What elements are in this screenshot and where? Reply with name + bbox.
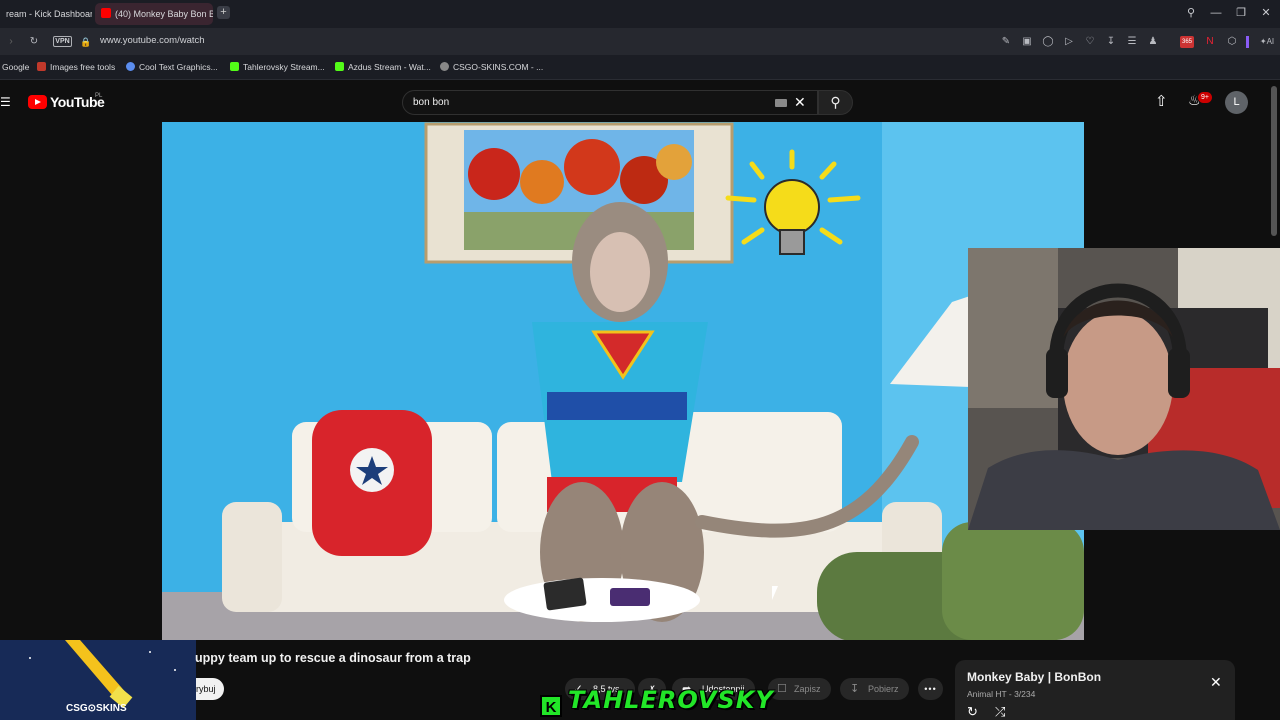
- sponsor-banner: CSG⊙SKINS: [0, 640, 196, 720]
- bookmark-azdus[interactable]: Azdus Stream - Wat...: [335, 62, 431, 72]
- webcam-overlay: [968, 248, 1280, 530]
- bookmark-google[interactable]: Google: [2, 62, 29, 72]
- tab-label: ream - Kick Dashboard: [6, 9, 92, 19]
- restore-button[interactable]: ❐: [1232, 5, 1250, 21]
- extensions-cube-icon[interactable]: ⬡: [1226, 36, 1238, 48]
- save-label: Zapisz: [794, 684, 821, 694]
- playlist-subtitle: Animal HT - 3/234: [967, 689, 1036, 699]
- profile-icon[interactable]: ♟: [1147, 36, 1159, 48]
- save-button[interactable]: ☐ Zapisz: [768, 678, 831, 700]
- tab-label: (40) Monkey Baby Bon Bo: [115, 9, 213, 19]
- bookmark-csgo-skins[interactable]: CSGO-SKINS.COM - ...: [440, 62, 543, 72]
- forward-icon[interactable]: ›: [5, 36, 17, 48]
- video-player[interactable]: [162, 122, 1084, 640]
- close-playlist-icon[interactable]: ✕: [1210, 674, 1222, 691]
- video-frame: [162, 122, 1084, 640]
- heart-icon[interactable]: ♡: [1084, 36, 1096, 48]
- kick-icon: [230, 62, 239, 71]
- playlist-title[interactable]: Monkey Baby | BonBon: [967, 670, 1101, 684]
- keyboard-icon[interactable]: [775, 99, 787, 107]
- download-icon: ↧: [850, 683, 860, 695]
- bookmark-favicon-icon: [126, 62, 135, 71]
- address-bar: › ↻ VPN 🔒 www.youtube.com/watch ✎ ▣ ◯ ▷ …: [0, 28, 1280, 55]
- tab-youtube-video[interactable]: (40) Monkey Baby Bon Bo: [95, 3, 213, 25]
- new-tab-button[interactable]: +: [217, 6, 230, 19]
- tab-kick-dashboard[interactable]: ream - Kick Dashboard: [0, 3, 92, 25]
- shuffle-icon[interactable]: ⤮: [995, 704, 1005, 720]
- kick-icon: [335, 62, 344, 71]
- bookmark-favicon-icon: [37, 62, 46, 71]
- download-label: Pobierz: [868, 684, 899, 694]
- minimize-button[interactable]: —: [1207, 5, 1225, 21]
- search-box[interactable]: bon bon ✕: [402, 90, 818, 115]
- loop-icon[interactable]: ↻: [967, 704, 978, 720]
- camera-icon[interactable]: ▣: [1021, 36, 1033, 48]
- close-window-button[interactable]: ✕: [1257, 5, 1275, 21]
- vpn-badge[interactable]: VPN: [53, 36, 72, 47]
- bookmark-tahlerovsky[interactable]: Tahlerovsky Stream...: [230, 62, 325, 72]
- shield-icon[interactable]: ◯: [1042, 36, 1054, 48]
- search-tabs-icon[interactable]: ⚲: [1182, 5, 1200, 21]
- playlist-panel: Monkey Baby | BonBon Animal HT - 3/234 ✕…: [955, 660, 1235, 720]
- edit-icon[interactable]: ✎: [1000, 36, 1012, 48]
- menu-icon[interactable]: ☰: [1126, 36, 1138, 48]
- office-extension-icon[interactable]: 365: [1180, 36, 1194, 48]
- page-scrollbar[interactable]: [1271, 86, 1277, 236]
- youtube-logo-icon[interactable]: [28, 95, 47, 109]
- bookmarks-bar: Google Images free tools Cool Text Graph…: [0, 55, 1280, 80]
- download-button[interactable]: ↧ Pobierz: [840, 678, 909, 700]
- lock-icon[interactable]: 🔒: [80, 36, 92, 48]
- clear-search-icon[interactable]: ✕: [794, 94, 806, 111]
- webcam-feed: [968, 248, 1280, 530]
- download-icon[interactable]: ↧: [1105, 36, 1117, 48]
- bookmark-favicon-icon: [440, 62, 449, 71]
- ai-assistant-icon[interactable]: ✦AI: [1256, 36, 1278, 48]
- hamburger-menu-icon[interactable]: ☰: [0, 95, 11, 109]
- more-icon: •••: [924, 684, 937, 694]
- region-label: PL: [95, 93, 103, 99]
- upload-icon[interactable]: ⇧: [1155, 92, 1168, 110]
- subscribe-button[interactable]: rybuj: [196, 678, 224, 700]
- notifications-badge: 9+: [1198, 92, 1212, 103]
- bookmark-icon: ☐: [777, 683, 787, 695]
- url-field[interactable]: www.youtube.com/watch: [100, 35, 205, 46]
- search-button[interactable]: ⚲: [818, 90, 853, 115]
- streamer-name: TAHLEROVSKY: [568, 686, 774, 714]
- extension-divider: [1246, 36, 1249, 48]
- browser-tab-bar: ream - Kick Dashboard (40) Monkey Baby B…: [0, 0, 1280, 28]
- avatar[interactable]: L: [1225, 91, 1248, 114]
- youtube-favicon-icon: [101, 8, 111, 18]
- mouse-cursor-icon: [772, 586, 784, 600]
- search-input[interactable]: bon bon: [413, 97, 449, 108]
- youtube-header: ☰ YouTube PL bon bon ✕ ⚲ ⇧ ♨ 9+ L: [0, 81, 1280, 122]
- play-icon[interactable]: ▷: [1063, 36, 1075, 48]
- bookmark-cool-text[interactable]: Cool Text Graphics...: [126, 62, 218, 72]
- extension-n-icon[interactable]: N: [1204, 36, 1216, 48]
- video-title: uppy team up to rescue a dinosaur from a…: [195, 651, 471, 665]
- more-actions-button[interactable]: •••: [918, 678, 943, 700]
- reload-icon[interactable]: ↻: [28, 36, 40, 48]
- sponsor-logo-text: CSG⊙SKINS: [66, 703, 127, 714]
- kick-logo-icon: K: [540, 695, 562, 717]
- bookmark-images-free-tools[interactable]: Images free tools: [37, 62, 115, 72]
